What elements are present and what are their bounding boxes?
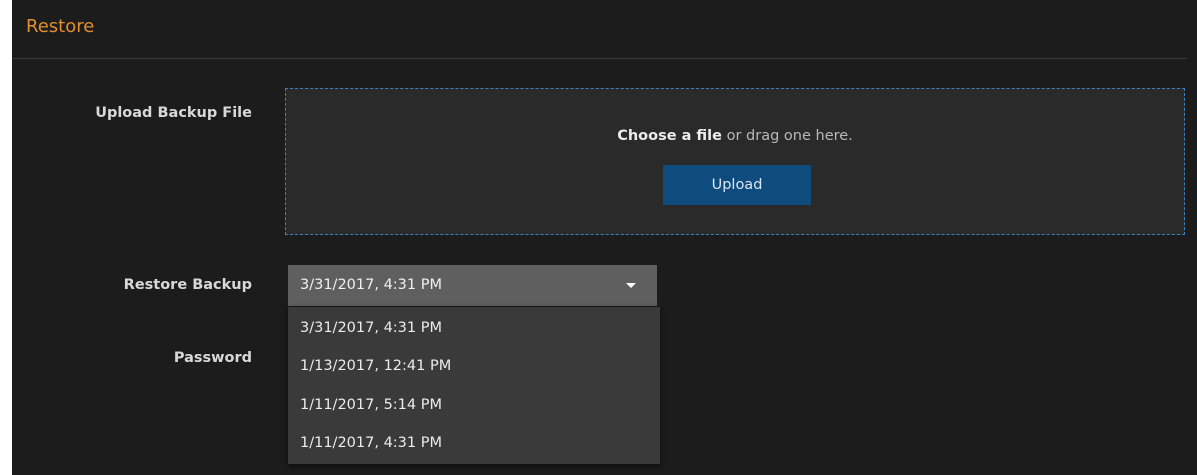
title-divider (12, 58, 1187, 59)
dropdown-option[interactable]: 3/31/2017, 4:31 PM (288, 309, 660, 347)
restore-panel: Restore Upload Backup File Choose a file… (12, 0, 1197, 475)
file-dropzone[interactable]: Choose a file or drag one here. Upload (285, 88, 1185, 235)
password-label: Password (173, 350, 252, 366)
dropdown-option[interactable]: 1/13/2017, 12:41 PM (288, 347, 660, 385)
dropzone-text: Choose a file or drag one here. (286, 129, 1184, 144)
drag-hint-text: or drag one here. (722, 128, 853, 144)
restore-backup-label: Restore Backup (123, 277, 252, 293)
upload-backup-file-label: Upload Backup File (95, 105, 252, 121)
upload-button[interactable]: Upload (663, 165, 811, 205)
restore-backup-selected-value: 3/31/2017, 4:31 PM (300, 277, 442, 293)
choose-file-link[interactable]: Choose a file (617, 128, 722, 144)
dropdown-option[interactable]: 1/11/2017, 5:14 PM (288, 386, 660, 424)
panel-title: Restore (26, 16, 95, 37)
restore-backup-select[interactable]: 3/31/2017, 4:31 PM (288, 265, 657, 306)
dropdown-option[interactable]: 1/11/2017, 4:31 PM (288, 424, 660, 462)
restore-backup-dropdown-menu: 3/31/2017, 4:31 PM 1/13/2017, 12:41 PM 1… (288, 307, 660, 464)
chevron-down-icon (626, 283, 636, 288)
